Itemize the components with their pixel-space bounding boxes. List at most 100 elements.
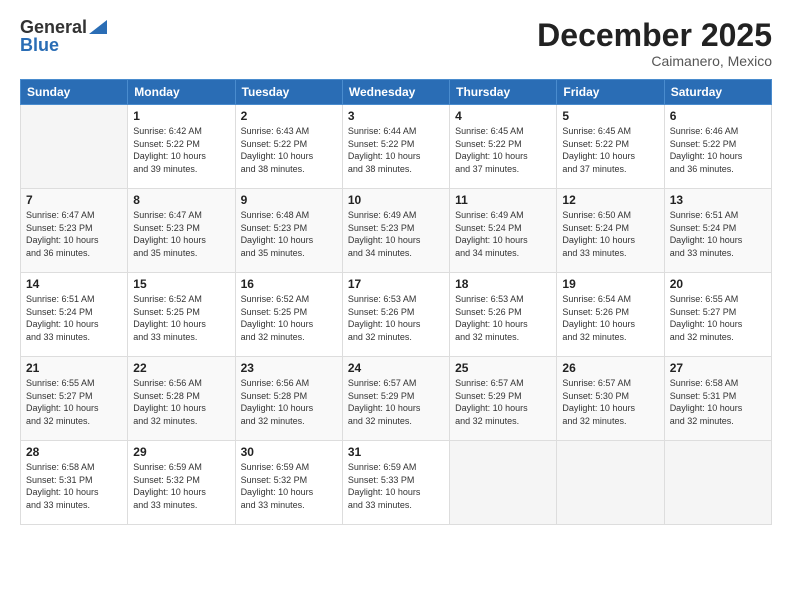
calendar-cell: 27 Sunrise: 6:58 AM Sunset: 5:31 PM Dayli… (664, 357, 771, 441)
calendar-cell: 4 Sunrise: 6:45 AM Sunset: 5:22 PM Daylig… (450, 105, 557, 189)
calendar-week-2: 7Sunrise: 6:47 AM Sunset: 5:23 PM Daylig… (21, 189, 772, 273)
day-number: 6 (670, 109, 766, 123)
day-info: Sunrise: 6:47 AM Sunset: 5:23 PM Dayligh… (133, 209, 229, 259)
day-number: 25 (455, 361, 551, 375)
col-header-friday: Friday (557, 80, 664, 105)
calendar-cell: 20 Sunrise: 6:55 AM Sunset: 5:27 PM Dayli… (664, 273, 771, 357)
day-info: Sunrise: 6:58 AM Sunset: 5:31 PM Dayligh… (670, 377, 766, 427)
day-number: 1 (133, 109, 229, 123)
day-number: 9 (241, 193, 337, 207)
day-info: Sunrise: 6:51 AM Sunset: 5:24 PM Dayligh… (670, 209, 766, 259)
calendar-header-row: SundayMondayTuesdayWednesdayThursdayFrid… (21, 80, 772, 105)
calendar-cell: 31Sunrise: 6:59 AM Sunset: 5:33 PM Dayli… (342, 441, 449, 525)
day-info: Sunrise: 6:51 AM Sunset: 5:24 PM Dayligh… (26, 293, 122, 343)
calendar-cell: 16Sunrise: 6:52 AM Sunset: 5:25 PM Dayli… (235, 273, 342, 357)
calendar-cell: 25 Sunrise: 6:57 AM Sunset: 5:29 PM Dayli… (450, 357, 557, 441)
calendar-cell: 15 Sunrise: 6:52 AM Sunset: 5:25 PM Dayli… (128, 273, 235, 357)
col-header-monday: Monday (128, 80, 235, 105)
day-info: Sunrise: 6:48 AM Sunset: 5:23 PM Dayligh… (241, 209, 337, 259)
location: Caimanero, Mexico (537, 53, 772, 69)
calendar-cell: 6Sunrise: 6:46 AM Sunset: 5:22 PM Daylig… (664, 105, 771, 189)
calendar-cell: 3 Sunrise: 6:44 AM Sunset: 5:22 PM Daylig… (342, 105, 449, 189)
calendar-cell: 23 Sunrise: 6:56 AM Sunset: 5:28 PM Dayli… (235, 357, 342, 441)
day-info: Sunrise: 6:58 AM Sunset: 5:31 PM Dayligh… (26, 461, 122, 511)
day-info: Sunrise: 6:56 AM Sunset: 5:28 PM Dayligh… (241, 377, 337, 427)
day-info: Sunrise: 6:57 AM Sunset: 5:30 PM Dayligh… (562, 377, 658, 427)
day-number: 29 (133, 445, 229, 459)
day-info: Sunrise: 6:45 AM Sunset: 5:22 PM Dayligh… (562, 125, 658, 175)
day-number: 15 (133, 277, 229, 291)
page: General Blue December 2025 Caimanero, Me… (0, 0, 792, 612)
day-info: Sunrise: 6:55 AM Sunset: 5:27 PM Dayligh… (26, 377, 122, 427)
calendar-cell (450, 441, 557, 525)
day-info: Sunrise: 6:57 AM Sunset: 5:29 PM Dayligh… (348, 377, 444, 427)
calendar-cell: 17 Sunrise: 6:53 AM Sunset: 5:26 PM Dayli… (342, 273, 449, 357)
calendar-cell: 10Sunrise: 6:49 AM Sunset: 5:23 PM Dayli… (342, 189, 449, 273)
day-info: Sunrise: 6:57 AM Sunset: 5:29 PM Dayligh… (455, 377, 551, 427)
day-info: Sunrise: 6:56 AM Sunset: 5:28 PM Dayligh… (133, 377, 229, 427)
day-number: 8 (133, 193, 229, 207)
day-number: 4 (455, 109, 551, 123)
calendar-cell: 9 Sunrise: 6:48 AM Sunset: 5:23 PM Daylig… (235, 189, 342, 273)
day-info: Sunrise: 6:54 AM Sunset: 5:26 PM Dayligh… (562, 293, 658, 343)
logo-general-text: General (20, 18, 87, 36)
logo: General Blue (20, 18, 107, 54)
day-info: Sunrise: 6:50 AM Sunset: 5:24 PM Dayligh… (562, 209, 658, 259)
day-info: Sunrise: 6:59 AM Sunset: 5:32 PM Dayligh… (241, 461, 337, 511)
day-info: Sunrise: 6:43 AM Sunset: 5:22 PM Dayligh… (241, 125, 337, 175)
day-number: 20 (670, 277, 766, 291)
calendar-cell: 29Sunrise: 6:59 AM Sunset: 5:32 PM Dayli… (128, 441, 235, 525)
day-number: 22 (133, 361, 229, 375)
calendar-cell: 22 Sunrise: 6:56 AM Sunset: 5:28 PM Dayli… (128, 357, 235, 441)
day-number: 31 (348, 445, 444, 459)
calendar-week-1: 1 Sunrise: 6:42 AM Sunset: 5:22 PM Daylig… (21, 105, 772, 189)
calendar-cell (664, 441, 771, 525)
day-number: 24 (348, 361, 444, 375)
day-info: Sunrise: 6:49 AM Sunset: 5:24 PM Dayligh… (455, 209, 551, 259)
logo-icon (89, 20, 107, 34)
calendar-cell: 5 Sunrise: 6:45 AM Sunset: 5:22 PM Daylig… (557, 105, 664, 189)
calendar-cell: 13 Sunrise: 6:51 AM Sunset: 5:24 PM Dayli… (664, 189, 771, 273)
day-number: 27 (670, 361, 766, 375)
day-number: 21 (26, 361, 122, 375)
day-info: Sunrise: 6:52 AM Sunset: 5:25 PM Dayligh… (241, 293, 337, 343)
day-number: 17 (348, 277, 444, 291)
calendar-week-5: 28 Sunrise: 6:58 AM Sunset: 5:31 PM Dayli… (21, 441, 772, 525)
day-info: Sunrise: 6:52 AM Sunset: 5:25 PM Dayligh… (133, 293, 229, 343)
day-info: Sunrise: 6:55 AM Sunset: 5:27 PM Dayligh… (670, 293, 766, 343)
calendar-cell: 14 Sunrise: 6:51 AM Sunset: 5:24 PM Dayli… (21, 273, 128, 357)
col-header-tuesday: Tuesday (235, 80, 342, 105)
calendar-cell: 2Sunrise: 6:43 AM Sunset: 5:22 PM Daylig… (235, 105, 342, 189)
calendar-cell (557, 441, 664, 525)
calendar-cell: 1 Sunrise: 6:42 AM Sunset: 5:22 PM Daylig… (128, 105, 235, 189)
header: General Blue December 2025 Caimanero, Me… (20, 18, 772, 69)
calendar-week-4: 21 Sunrise: 6:55 AM Sunset: 5:27 PM Dayli… (21, 357, 772, 441)
calendar-cell: 18Sunrise: 6:53 AM Sunset: 5:26 PM Dayli… (450, 273, 557, 357)
day-number: 30 (241, 445, 337, 459)
day-number: 23 (241, 361, 337, 375)
day-number: 12 (562, 193, 658, 207)
day-number: 14 (26, 277, 122, 291)
calendar-cell: 28 Sunrise: 6:58 AM Sunset: 5:31 PM Dayli… (21, 441, 128, 525)
day-info: Sunrise: 6:53 AM Sunset: 5:26 PM Dayligh… (348, 293, 444, 343)
day-number: 5 (562, 109, 658, 123)
day-number: 13 (670, 193, 766, 207)
day-number: 28 (26, 445, 122, 459)
day-info: Sunrise: 6:44 AM Sunset: 5:22 PM Dayligh… (348, 125, 444, 175)
col-header-sunday: Sunday (21, 80, 128, 105)
calendar-cell: 24 Sunrise: 6:57 AM Sunset: 5:29 PM Dayli… (342, 357, 449, 441)
col-header-thursday: Thursday (450, 80, 557, 105)
calendar-cell (21, 105, 128, 189)
calendar-cell: 30 Sunrise: 6:59 AM Sunset: 5:32 PM Dayli… (235, 441, 342, 525)
day-number: 19 (562, 277, 658, 291)
day-info: Sunrise: 6:42 AM Sunset: 5:22 PM Dayligh… (133, 125, 229, 175)
col-header-saturday: Saturday (664, 80, 771, 105)
day-number: 3 (348, 109, 444, 123)
calendar-cell: 8 Sunrise: 6:47 AM Sunset: 5:23 PM Daylig… (128, 189, 235, 273)
calendar-cell: 12 Sunrise: 6:50 AM Sunset: 5:24 PM Dayli… (557, 189, 664, 273)
day-info: Sunrise: 6:45 AM Sunset: 5:22 PM Dayligh… (455, 125, 551, 175)
day-info: Sunrise: 6:49 AM Sunset: 5:23 PM Dayligh… (348, 209, 444, 259)
logo-blue-text: Blue (20, 36, 107, 54)
col-header-wednesday: Wednesday (342, 80, 449, 105)
calendar-cell: 19 Sunrise: 6:54 AM Sunset: 5:26 PM Dayli… (557, 273, 664, 357)
